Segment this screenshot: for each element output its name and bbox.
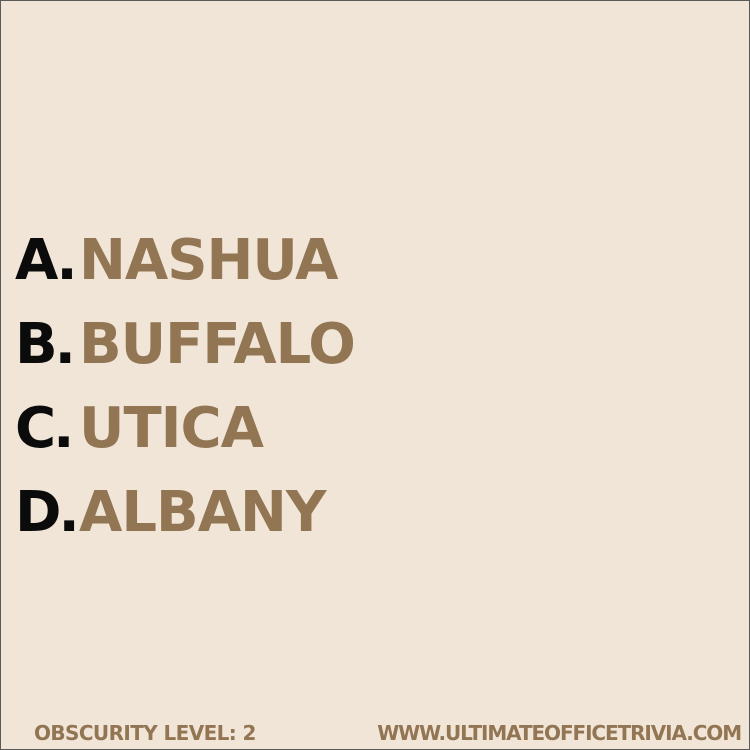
option-letter: C. <box>15 396 74 461</box>
obscurity-level: OBSCURITY LEVEL: 2 <box>34 721 256 745</box>
option-b: B. BUFFALO <box>15 303 356 387</box>
option-answer: NASHUA <box>79 228 338 293</box>
option-letter: B. <box>15 312 76 377</box>
website-url: WWW.ULTIMATEOFFICETRIVIA.COM <box>377 721 742 745</box>
answer-options: A. NASHUA B. BUFFALO C. UTICA D. ALBANY <box>15 219 356 555</box>
option-answer: ALBANY <box>79 480 326 545</box>
option-answer: UTICA <box>79 396 264 461</box>
option-answer: BUFFALO <box>79 312 356 377</box>
option-a: A. NASHUA <box>15 219 355 303</box>
option-letter: D. <box>15 480 80 545</box>
option-d: D. ALBANY <box>15 471 355 555</box>
option-letter: A. <box>15 228 78 293</box>
option-c: C. UTICA <box>15 387 355 471</box>
trivia-card: A. NASHUA B. BUFFALO C. UTICA D. ALBANY … <box>0 0 750 750</box>
